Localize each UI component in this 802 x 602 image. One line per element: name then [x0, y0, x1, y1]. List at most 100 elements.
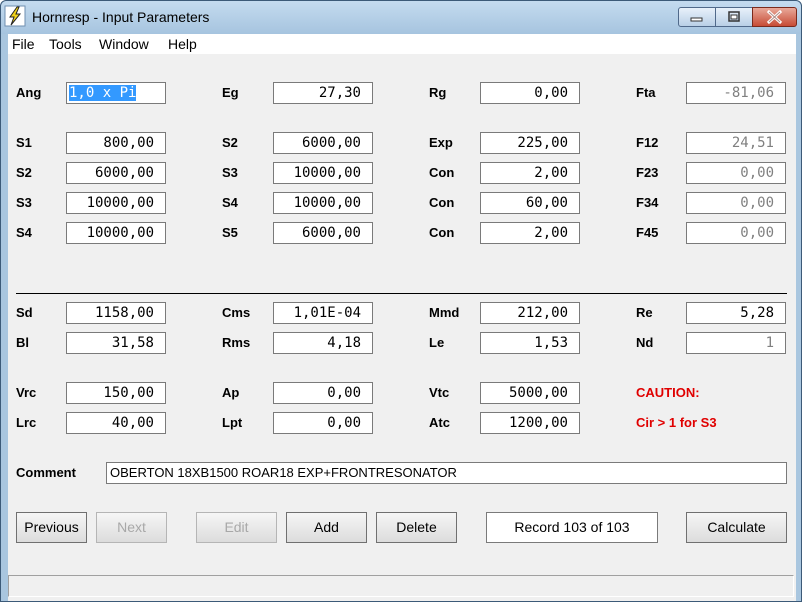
- bl-label: Bl: [16, 335, 29, 350]
- ap-label: Ap: [222, 385, 240, 400]
- horn-s3b-field[interactable]: 10000,00: [66, 192, 166, 214]
- caution-title: CAUTION:: [636, 385, 700, 400]
- horn-f45-field: 0,00: [686, 222, 786, 244]
- vrc-field[interactable]: 150,00: [66, 382, 166, 404]
- eg-field[interactable]: 27,30: [273, 82, 373, 104]
- hornresp-lightning-icon: [4, 5, 26, 27]
- status-panel: [8, 575, 794, 597]
- horn-f23-field: 0,00: [686, 162, 786, 184]
- cms-label: Cms: [222, 305, 251, 320]
- fta-label: Fta: [636, 85, 656, 100]
- horn-exp-field[interactable]: 225,00: [480, 132, 580, 154]
- fta-field: -81,06: [686, 82, 786, 104]
- rg-label: Rg: [429, 85, 447, 100]
- bl-field[interactable]: 31,58: [66, 332, 166, 354]
- vtc-field[interactable]: 5000,00: [480, 382, 580, 404]
- menu-window[interactable]: Window: [99, 36, 149, 52]
- horn-s4b-field[interactable]: 10000,00: [66, 222, 166, 244]
- record-indicator: Record 103 of 103: [486, 512, 658, 543]
- rms-field[interactable]: 4,18: [273, 332, 373, 354]
- rms-label: Rms: [222, 335, 251, 350]
- app-window: Hornresp - Input Parameters File Tools W…: [0, 0, 802, 602]
- mmd-label: Mmd: [429, 305, 460, 320]
- edit-button[interactable]: Edit: [196, 512, 277, 543]
- re-label: Re: [636, 305, 653, 320]
- atc-label: Atc: [429, 415, 450, 430]
- horn-s4-field[interactable]: 10000,00: [273, 192, 373, 214]
- horn-con3-label: Con: [429, 225, 455, 240]
- menu-help[interactable]: Help: [168, 36, 197, 52]
- horn-s5-field[interactable]: 6000,00: [273, 222, 373, 244]
- delete-button[interactable]: Delete: [376, 512, 457, 543]
- eg-label: Eg: [222, 85, 239, 100]
- horn-s1-label: S1: [16, 135, 32, 150]
- nd-field[interactable]: 1: [686, 332, 786, 354]
- ang-value: 1,0 x Pi: [69, 85, 137, 101]
- client-area: File Tools Window Help Ang 1,0 x Pi Eg 2…: [8, 34, 796, 601]
- horn-con3-field[interactable]: 2,00: [480, 222, 580, 244]
- horn-f23-label: F23: [636, 165, 659, 180]
- maximize-button[interactable]: [715, 7, 753, 27]
- horn-s4b-label: S4: [16, 225, 32, 240]
- horn-s2-label: S2: [222, 135, 238, 150]
- menu-tools[interactable]: Tools: [49, 36, 82, 52]
- ang-label: Ang: [16, 85, 42, 100]
- horn-s2b-label: S2: [16, 165, 32, 180]
- horn-exp-label: Exp: [429, 135, 453, 150]
- atc-field[interactable]: 1200,00: [480, 412, 580, 434]
- nd-label: Nd: [636, 335, 654, 350]
- window-title: Hornresp - Input Parameters: [32, 9, 210, 25]
- cms-field[interactable]: 1,01E-04: [273, 302, 373, 324]
- horn-f45-label: F45: [636, 225, 659, 240]
- caution-message: Cir > 1 for S3: [636, 415, 717, 430]
- horn-con2-label: Con: [429, 195, 455, 210]
- ang-field[interactable]: 1,0 x Pi: [66, 82, 166, 104]
- horn-f12-field: 24,51: [686, 132, 786, 154]
- horn-con2-field[interactable]: 60,00: [480, 192, 580, 214]
- sd-label: Sd: [16, 305, 33, 320]
- lrc-field[interactable]: 40,00: [66, 412, 166, 434]
- close-icon: [766, 9, 783, 25]
- horn-s2b-field[interactable]: 6000,00: [66, 162, 166, 184]
- lpt-field[interactable]: 0,00: [273, 412, 373, 434]
- add-button[interactable]: Add: [286, 512, 367, 543]
- horn-f12-label: F12: [636, 135, 659, 150]
- menu-file[interactable]: File: [12, 36, 35, 52]
- rg-field[interactable]: 0,00: [480, 82, 580, 104]
- le-label: Le: [429, 335, 445, 350]
- next-button[interactable]: Next: [96, 512, 167, 543]
- le-field[interactable]: 1,53: [480, 332, 580, 354]
- maximize-icon: [728, 11, 740, 22]
- horn-con1-field[interactable]: 2,00: [480, 162, 580, 184]
- horn-s1-field[interactable]: 800,00: [66, 132, 166, 154]
- vrc-label: Vrc: [16, 385, 37, 400]
- horn-s3-label: S3: [222, 165, 238, 180]
- horn-f34-label: F34: [636, 195, 659, 210]
- previous-button[interactable]: Previous: [16, 512, 87, 543]
- calculate-button[interactable]: Calculate: [686, 512, 787, 543]
- horn-s3-field[interactable]: 10000,00: [273, 162, 373, 184]
- comment-field[interactable]: OBERTON 18XB1500 ROAR18 EXP+FRONTRESONAT…: [106, 462, 787, 484]
- lrc-label: Lrc: [16, 415, 37, 430]
- comment-label: Comment: [16, 465, 76, 480]
- horn-s4-label: S4: [222, 195, 238, 210]
- horn-s2-field[interactable]: 6000,00: [273, 132, 373, 154]
- horn-f34-field: 0,00: [686, 192, 786, 214]
- minimize-icon: [690, 17, 703, 22]
- ap-field[interactable]: 0,00: [273, 382, 373, 404]
- section-divider: [16, 293, 787, 294]
- close-button[interactable]: [752, 7, 797, 27]
- status-bar: [8, 571, 796, 601]
- title-bar[interactable]: Hornresp - Input Parameters: [1, 1, 801, 34]
- input-parameters-form: Ang 1,0 x Pi Eg 27,30 Rg 0,00 Fta -81,06…: [8, 54, 796, 601]
- menu-bar: File Tools Window Help: [8, 34, 796, 54]
- vtc-label: Vtc: [429, 385, 450, 400]
- sd-field[interactable]: 1158,00: [66, 302, 166, 324]
- minimize-button[interactable]: [678, 7, 716, 27]
- re-field[interactable]: 5,28: [686, 302, 786, 324]
- lpt-label: Lpt: [222, 415, 243, 430]
- mmd-field[interactable]: 212,00: [480, 302, 580, 324]
- horn-con1-label: Con: [429, 165, 455, 180]
- horn-s5-label: S5: [222, 225, 238, 240]
- horn-s3b-label: S3: [16, 195, 32, 210]
